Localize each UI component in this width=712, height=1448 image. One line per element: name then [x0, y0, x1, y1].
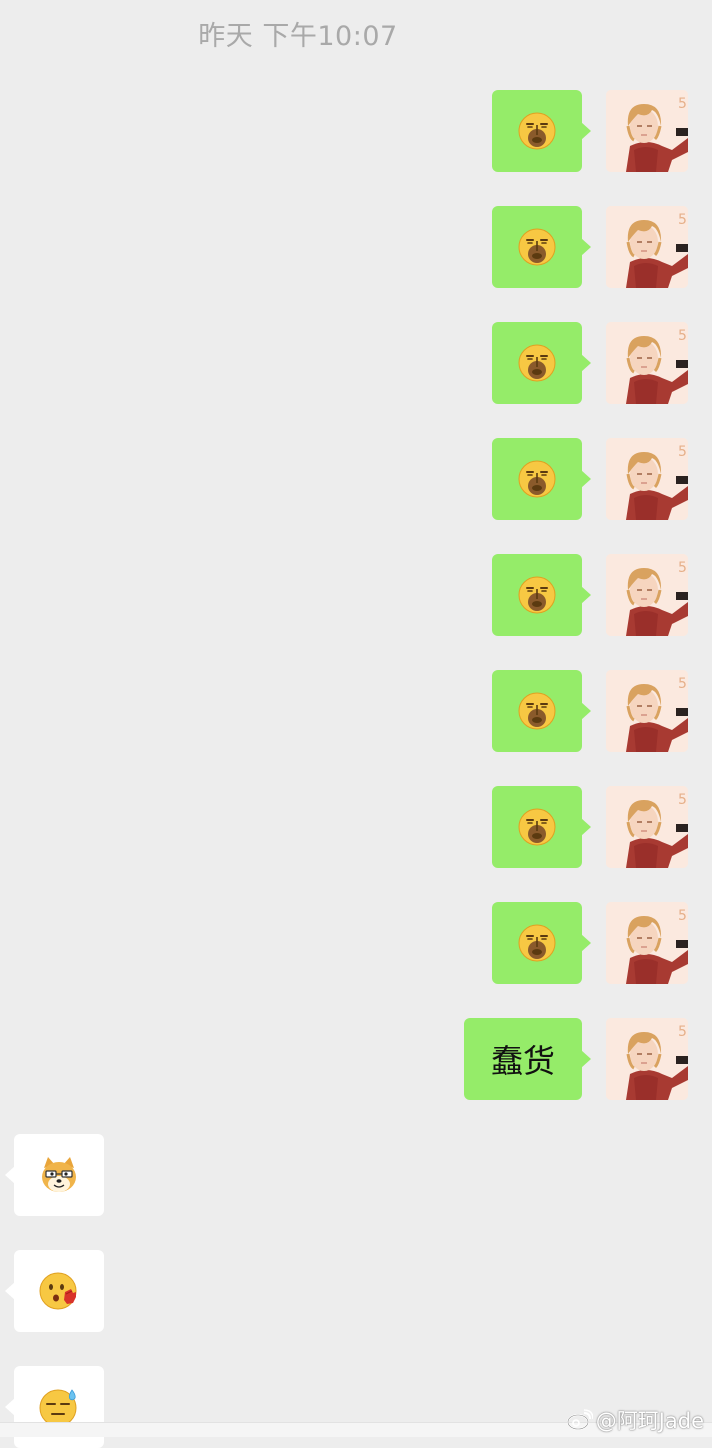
outgoing-message: 5 [0, 554, 712, 636]
message-bubble[interactable] [492, 322, 591, 404]
chat-timestamp: 昨天 下午10:07 [198, 21, 398, 52]
avatar[interactable]: 5 [606, 322, 688, 404]
avatar[interactable]: 5 [606, 438, 688, 520]
svg-text:5: 5 [678, 96, 687, 112]
yawn-face-emoji-icon [517, 459, 557, 499]
message-bubble[interactable] [5, 1250, 104, 1332]
message-bubble[interactable] [492, 554, 591, 636]
incoming-message [0, 1134, 712, 1216]
avatar[interactable]: 5 [606, 90, 688, 172]
outgoing-message: 5 [0, 206, 712, 288]
message-bubble[interactable] [492, 90, 591, 172]
svg-text:5: 5 [678, 560, 687, 576]
weibo-logo-icon [566, 1409, 593, 1430]
avatar[interactable]: 5 [606, 554, 688, 636]
yawn-face-emoji-icon [517, 575, 557, 615]
message-bubble[interactable] [492, 670, 591, 752]
avatar[interactable]: 5 [606, 902, 688, 984]
yawn-face-emoji-icon [517, 343, 557, 383]
weibo-watermark: @阿珂Jade [566, 1405, 704, 1435]
outgoing-message: 5 [0, 438, 712, 520]
yawn-face-emoji-icon [517, 691, 557, 731]
message-bubble[interactable] [492, 206, 591, 288]
avatar[interactable]: 5 [606, 1018, 688, 1100]
yawn-face-emoji-icon [517, 111, 557, 151]
message-text: 蠢货 [490, 1042, 555, 1080]
slap-face-emoji-icon [38, 1270, 80, 1312]
outgoing-message: 5 [0, 322, 712, 404]
outgoing-message: 5 [0, 786, 712, 868]
avatar[interactable]: 5 [606, 670, 688, 752]
outgoing-message: 蠢货 5 [0, 1018, 712, 1100]
avatar[interactable]: 5 [606, 206, 688, 288]
message-bubble[interactable] [492, 438, 591, 520]
outgoing-message: 5 [0, 90, 712, 172]
outgoing-message: 5 [0, 902, 712, 984]
yawn-face-emoji-icon [517, 923, 557, 963]
svg-text:5: 5 [678, 1024, 687, 1040]
svg-text:5: 5 [678, 908, 687, 924]
doge-emoji-icon [38, 1154, 80, 1196]
outgoing-message: 5 [0, 670, 712, 752]
svg-text:5: 5 [678, 212, 687, 228]
message-bubble[interactable] [492, 902, 591, 984]
svg-text:5: 5 [678, 792, 687, 808]
message-bubble[interactable] [5, 1134, 104, 1216]
avatar[interactable]: 5 [606, 786, 688, 868]
yawn-face-emoji-icon [517, 227, 557, 267]
svg-text:5: 5 [678, 328, 687, 344]
yawn-face-emoji-icon [517, 807, 557, 847]
watermark-text: @阿珂Jade [595, 1409, 704, 1433]
svg-text:5: 5 [678, 676, 687, 692]
message-bubble[interactable]: 蠢货 [464, 1018, 591, 1100]
svg-text:5: 5 [678, 444, 687, 460]
incoming-message [0, 1250, 712, 1332]
message-bubble[interactable] [492, 786, 591, 868]
